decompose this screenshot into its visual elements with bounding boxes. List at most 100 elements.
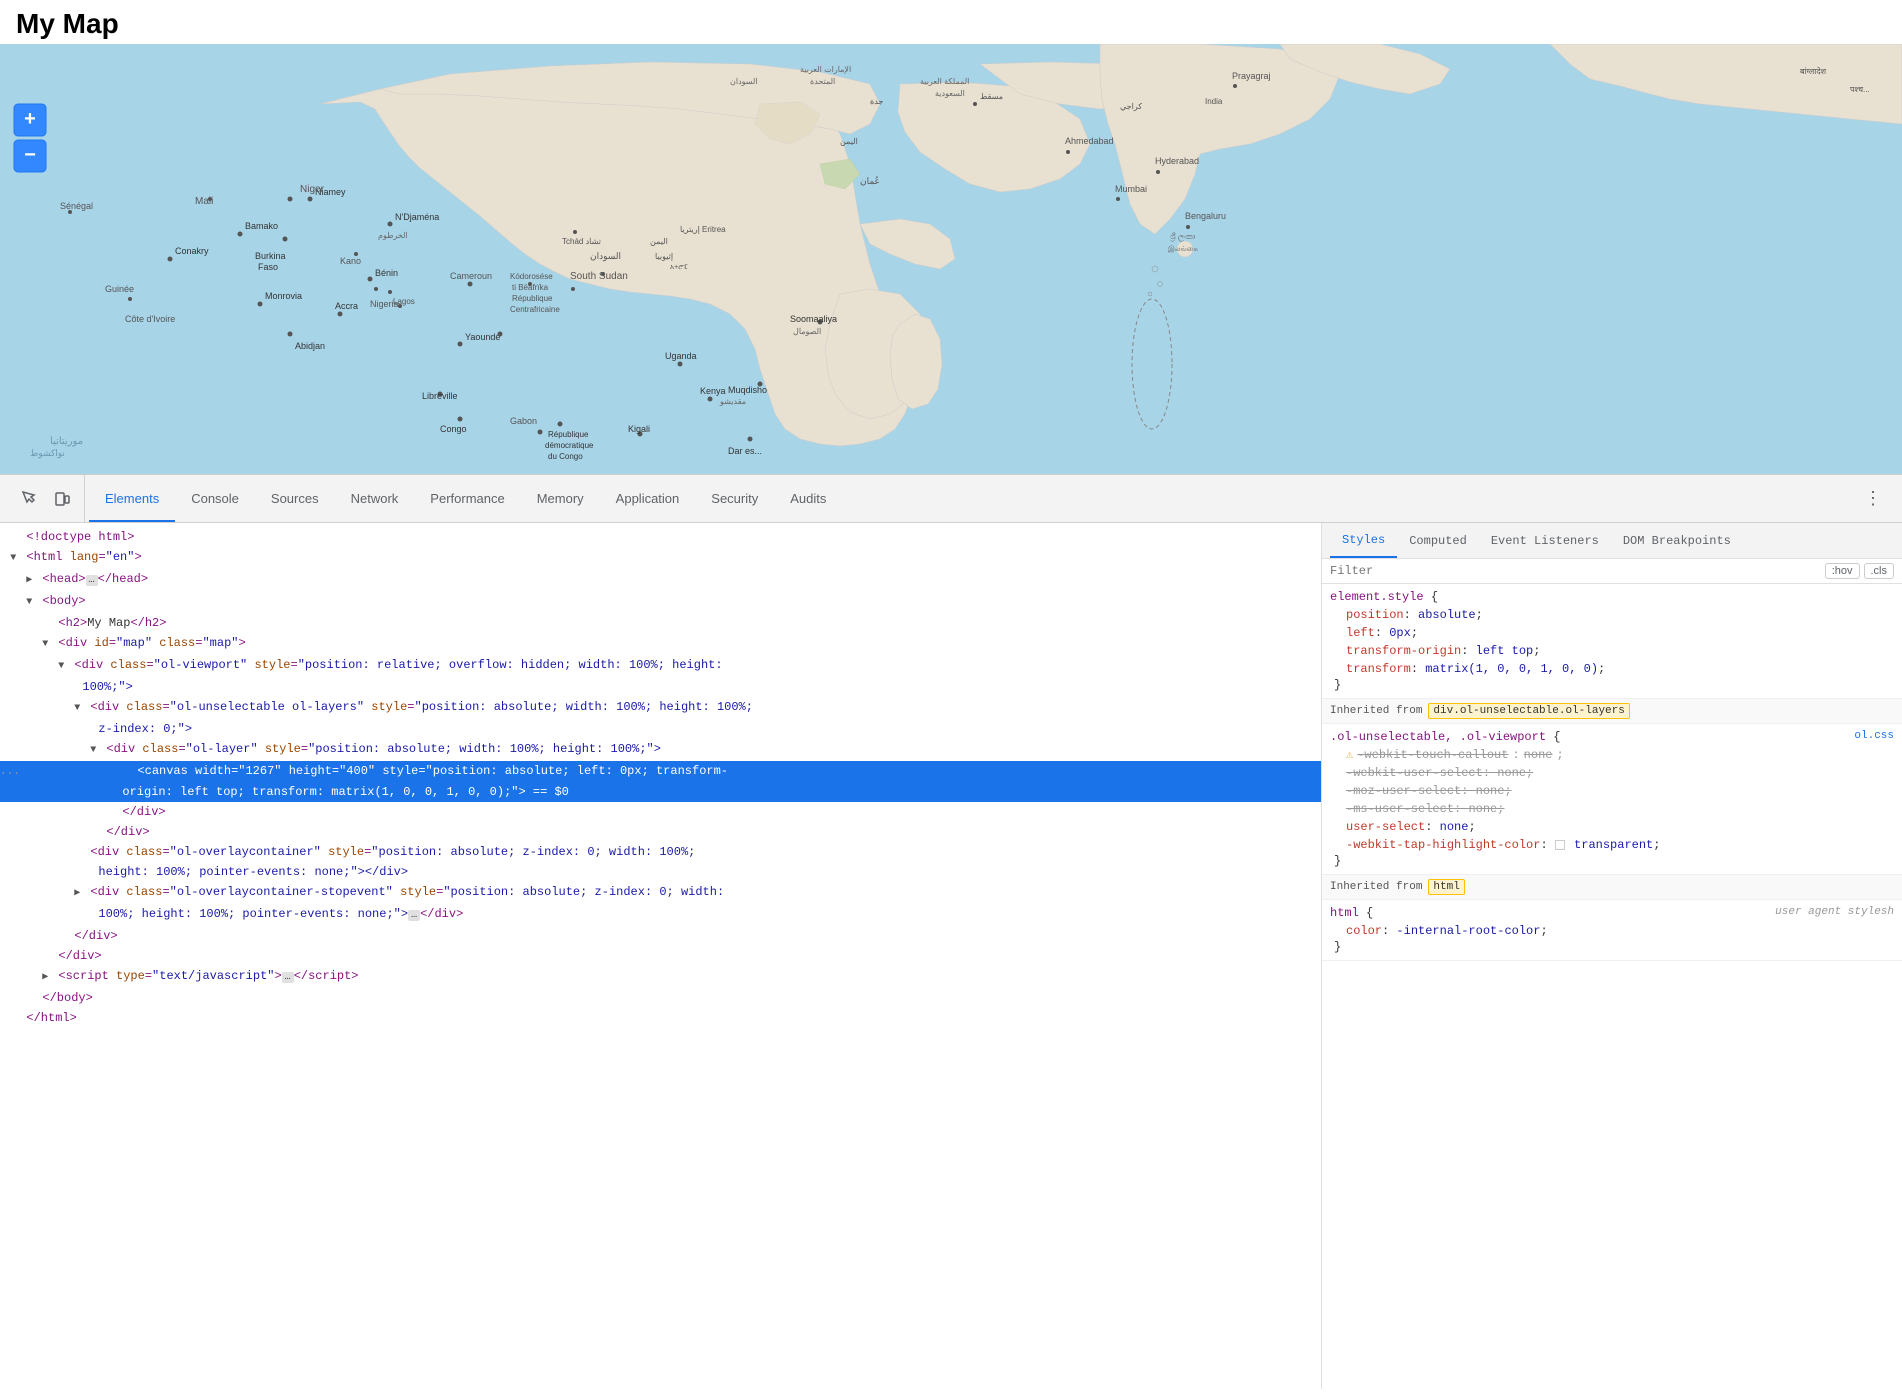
- css-section-ol-unselectable: .ol-unselectable, .ol-viewport { ol.css …: [1322, 724, 1902, 875]
- svg-text:نواكشوط: نواكشوط: [30, 448, 65, 459]
- svg-text:Accra: Accra: [335, 301, 358, 311]
- inspect-element-button[interactable]: [16, 485, 44, 513]
- css-close-brace: }: [1330, 678, 1894, 692]
- svg-text:पश्च...: पश्च...: [1850, 85, 1870, 94]
- svg-text:South Sudan: South Sudan: [570, 271, 628, 282]
- style-tab-computed[interactable]: Computed: [1397, 523, 1479, 558]
- dom-line[interactable]: </html>: [0, 1008, 1321, 1028]
- svg-text:N'Djaména: N'Djaména: [395, 212, 439, 222]
- dom-line[interactable]: <div class="ol-viewport" style="position…: [0, 655, 1321, 677]
- dom-line[interactable]: height: 100%; pointer-events: none;"></d…: [0, 862, 1321, 882]
- css-prop-moz-user-select[interactable]: -moz-user-select: none;: [1330, 782, 1894, 800]
- css-prop-webkit-user-select[interactable]: -webkit-user-select: none;: [1330, 764, 1894, 782]
- svg-text:Bénin: Bénin: [375, 268, 398, 278]
- svg-text:Soomaaliya: Soomaaliya: [790, 314, 837, 324]
- css-prop-ms-user-select[interactable]: -ms-user-select: none;: [1330, 800, 1894, 818]
- dom-line[interactable]: 100%;">: [0, 677, 1321, 697]
- dom-line[interactable]: <div class="ol-layer" style="position: a…: [0, 739, 1321, 761]
- css-prop[interactable]: transform: matrix(1, 0, 0, 1, 0, 0);: [1330, 660, 1894, 678]
- css-prop[interactable]: transform-origin: left top;: [1330, 642, 1894, 660]
- dom-line[interactable]: <div class="ol-unselectable ol-layers" s…: [0, 697, 1321, 719]
- dom-line[interactable]: <div class="ol-overlaycontainer" style="…: [0, 842, 1321, 862]
- dom-line[interactable]: <div id="map" class="map">: [0, 633, 1321, 655]
- tab-application[interactable]: Application: [600, 475, 696, 522]
- svg-text:Hyderabad: Hyderabad: [1155, 156, 1199, 166]
- css-section-html: html { user agent stylesh color: -intern…: [1322, 900, 1902, 961]
- tab-audits[interactable]: Audits: [774, 475, 842, 522]
- dom-line[interactable]: <h2>My Map</h2>: [0, 613, 1321, 633]
- tab-memory[interactable]: Memory: [521, 475, 600, 522]
- svg-text:Kenya: Kenya: [700, 386, 726, 396]
- css-prop-user-select[interactable]: user-select: none;: [1330, 818, 1894, 836]
- inherited-from-badge-1: div.ol-unselectable.ol-layers: [1428, 703, 1629, 719]
- svg-text:اليمن: اليمن: [840, 137, 858, 146]
- svg-text:Bamako: Bamako: [245, 221, 278, 231]
- dom-line[interactable]: <head>…</head>: [0, 569, 1321, 591]
- filter-input[interactable]: [1330, 564, 1817, 578]
- svg-text:مقديشو: مقديشو: [719, 397, 746, 406]
- dom-line[interactable]: <script type="text/javascript">…</script…: [0, 966, 1321, 988]
- svg-text:Lagos: Lagos: [393, 297, 415, 306]
- css-selector-html: html { user agent stylesh: [1330, 906, 1894, 920]
- svg-text:Mumbai: Mumbai: [1115, 184, 1147, 194]
- more-options-button[interactable]: ⋮: [1852, 475, 1894, 522]
- css-prop-color[interactable]: color: -internal-root-color;: [1330, 922, 1894, 940]
- dom-line selected-cont[interactable]: origin: left top; transform: matrix(1, 0…: [0, 782, 1321, 802]
- svg-text:India: India: [1205, 97, 1223, 106]
- dom-line selected[interactable]: ... <canvas width="1267" height="400" st…: [0, 761, 1321, 782]
- dom-line[interactable]: </div>: [0, 822, 1321, 842]
- svg-text:Muqdisho: Muqdisho: [728, 385, 767, 395]
- tab-performance[interactable]: Performance: [414, 475, 520, 522]
- tab-sources[interactable]: Sources: [255, 475, 335, 522]
- dom-line[interactable]: </div>: [0, 926, 1321, 946]
- svg-text:جدة: جدة: [870, 97, 883, 106]
- css-section-element-style: element.style { position: absolute; left…: [1322, 584, 1902, 699]
- dom-line[interactable]: <html lang="en">: [0, 547, 1321, 569]
- svg-text:Niger: Niger: [300, 184, 325, 195]
- css-close-brace-2: }: [1330, 854, 1894, 868]
- dom-line[interactable]: 100%; height: 100%; pointer-events: none…: [0, 904, 1321, 926]
- styles-sub-tabs: Styles Computed Event Listeners DOM Brea…: [1322, 523, 1902, 559]
- svg-text:السعودية: السعودية: [935, 89, 965, 98]
- css-prop-tap-highlight[interactable]: -webkit-tap-highlight-color: transparent…: [1330, 836, 1894, 854]
- svg-text:Abidjan: Abidjan: [295, 341, 325, 351]
- style-tab-event-listeners[interactable]: Event Listeners: [1479, 523, 1611, 558]
- dom-line[interactable]: z-index: 0;">: [0, 719, 1321, 739]
- style-tab-dom-breakpoints[interactable]: DOM Breakpoints: [1611, 523, 1743, 558]
- dom-line[interactable]: <div class="ol-overlaycontainer-stopeven…: [0, 882, 1321, 904]
- styles-panel: Styles Computed Event Listeners DOM Brea…: [1322, 523, 1902, 1389]
- tab-console[interactable]: Console: [175, 475, 255, 522]
- svg-text:Prayagraj: Prayagraj: [1232, 71, 1271, 81]
- cls-badge[interactable]: .cls: [1864, 563, 1895, 579]
- style-tab-styles[interactable]: Styles: [1330, 523, 1397, 558]
- dom-line[interactable]: <body>: [0, 591, 1321, 613]
- svg-text:السودان: السودان: [590, 251, 621, 262]
- svg-text:Libreville: Libreville: [422, 391, 458, 401]
- tab-network[interactable]: Network: [335, 475, 415, 522]
- svg-text:Conakry: Conakry: [175, 246, 209, 256]
- dom-line[interactable]: </div>: [0, 946, 1321, 966]
- css-selector-ol: .ol-unselectable, .ol-viewport { ol.css: [1330, 730, 1894, 744]
- tab-elements[interactable]: Elements: [89, 475, 175, 522]
- dom-line[interactable]: </body>: [0, 988, 1321, 1008]
- svg-text:عُمان: عُمان: [860, 176, 880, 186]
- devtools-toolbar: Elements Console Sources Network Perform…: [0, 475, 1902, 523]
- svg-text:Cameroun: Cameroun: [450, 271, 492, 281]
- dom-line[interactable]: </div>: [0, 802, 1321, 822]
- hov-badge[interactable]: :hov: [1825, 563, 1860, 579]
- svg-text:இலங்கை: இலங்கை: [1168, 245, 1198, 253]
- svg-text:बांग्लादेश: बांग्लादेश: [1800, 66, 1827, 76]
- svg-text:Burkina: Burkina: [255, 251, 286, 261]
- tab-security[interactable]: Security: [695, 475, 774, 522]
- dom-panel[interactable]: <!doctype html> <html lang="en"> <head>……: [0, 523, 1322, 1389]
- css-prop[interactable]: left: 0px;: [1330, 624, 1894, 642]
- svg-text:إريتريا Eritrea: إريتريا Eritrea: [680, 225, 726, 234]
- map-container: + − Conakry Monrovia Abidjan Accra Bamak…: [0, 44, 1902, 474]
- dom-line[interactable]: <!doctype html>: [0, 527, 1321, 547]
- svg-text:−: −: [24, 144, 36, 166]
- device-toggle-button[interactable]: [48, 485, 76, 513]
- svg-text:Kigali: Kigali: [628, 424, 650, 434]
- css-prop-webkit-touch[interactable]: ⚠ -webkit-touch-callout: none;: [1330, 746, 1894, 764]
- page-title: My Map: [0, 0, 1902, 44]
- css-prop[interactable]: position: absolute;: [1330, 606, 1894, 624]
